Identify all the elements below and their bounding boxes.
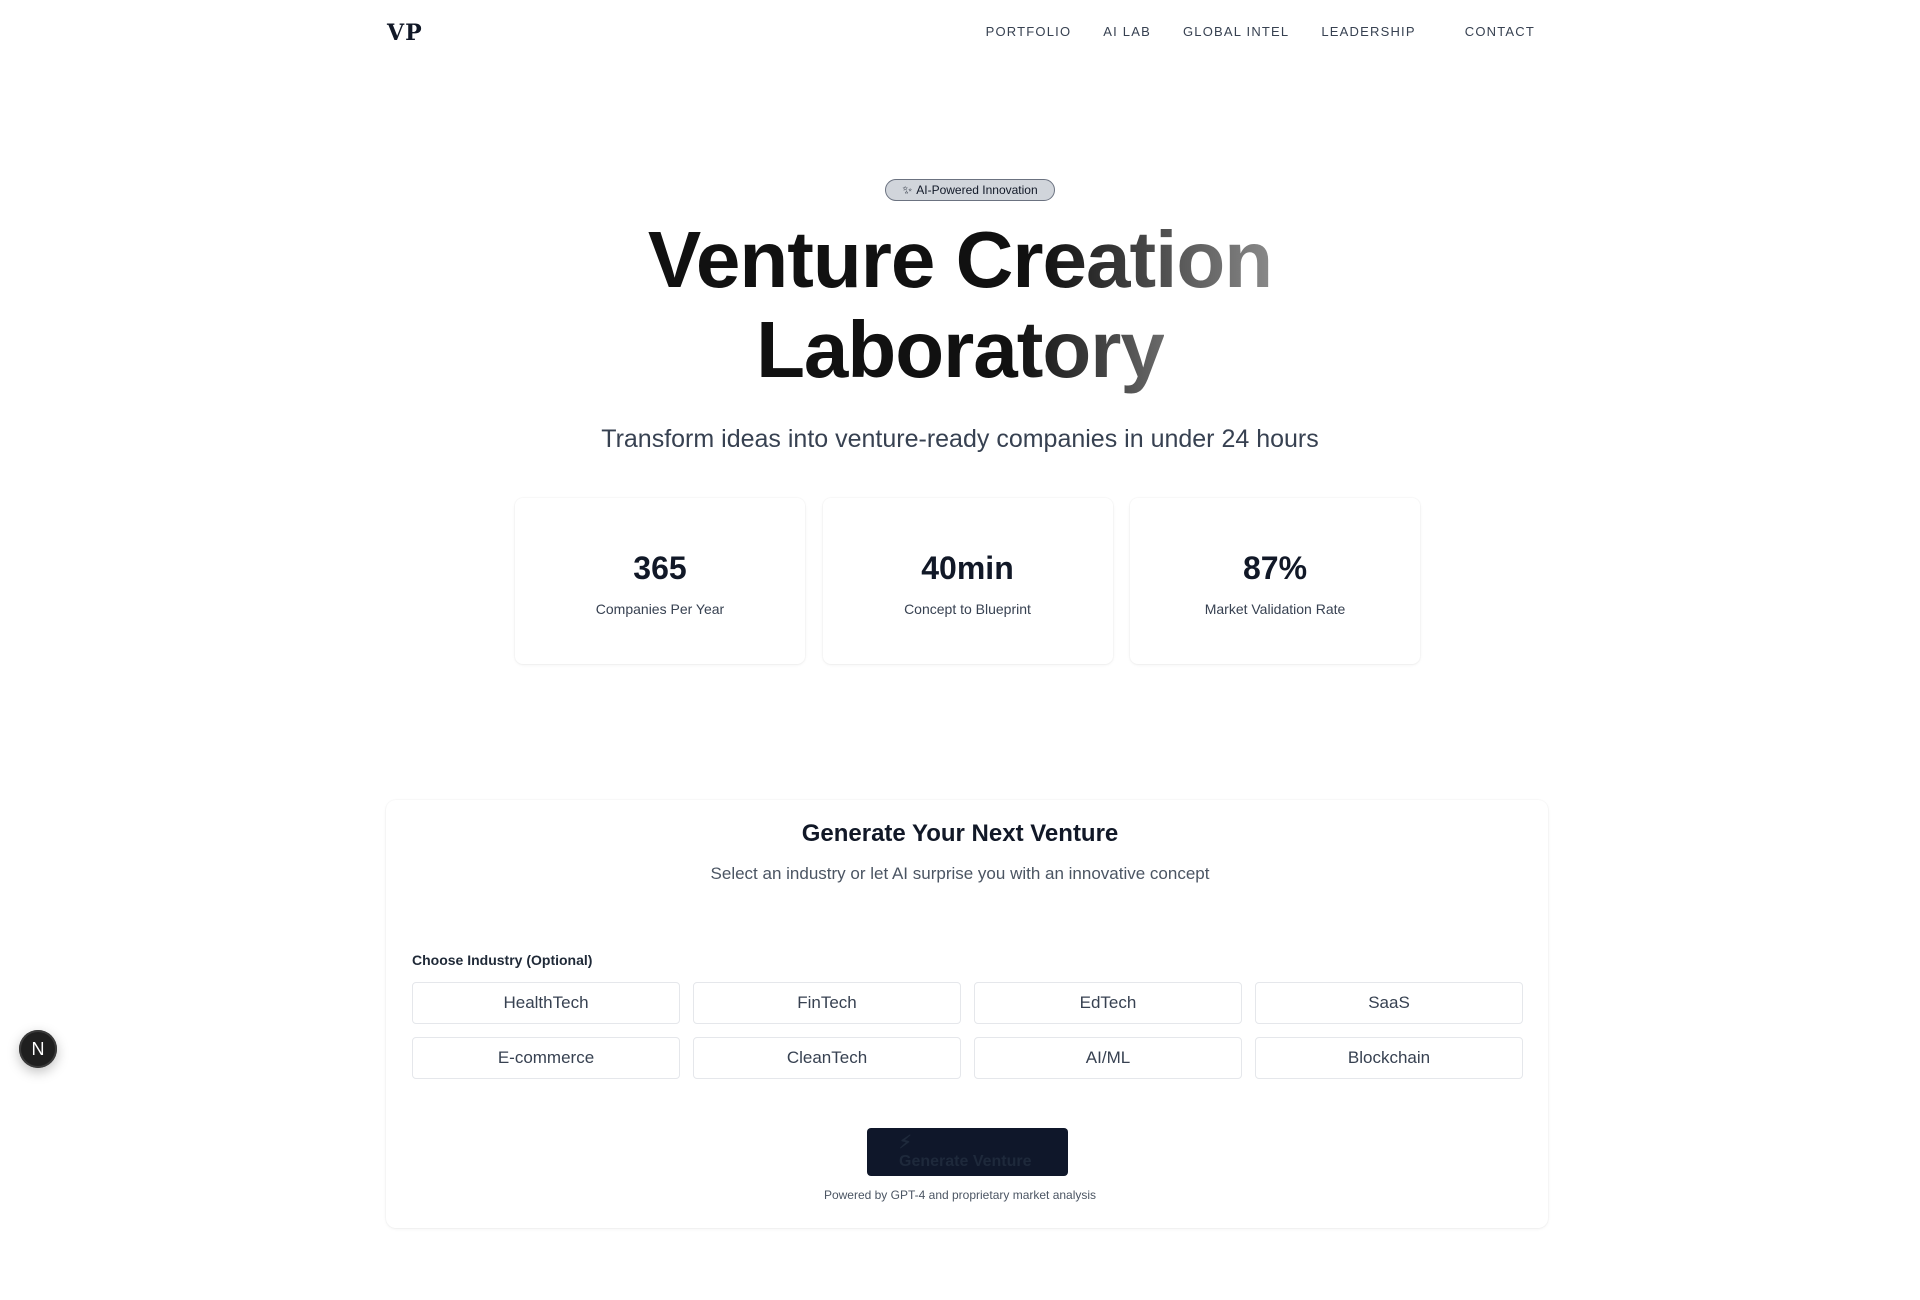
industry-option-edtech[interactable]: EdTech bbox=[974, 982, 1242, 1024]
stats-row: 365 Companies Per Year 40min Concept to … bbox=[515, 498, 1420, 664]
stat-label: Market Validation Rate bbox=[1204, 601, 1346, 617]
industry-option-ecommerce[interactable]: E-commerce bbox=[412, 1037, 680, 1079]
industry-option-blockchain[interactable]: Blockchain bbox=[1255, 1037, 1523, 1079]
industry-option-ai-ml[interactable]: AI/ML bbox=[974, 1037, 1242, 1079]
hero-title-line-1: Venture Creation bbox=[0, 215, 1920, 305]
stat-card-validation: 87% Market Validation Rate bbox=[1130, 498, 1420, 664]
nav-link-global-intel[interactable]: GLOBAL INTEL bbox=[1183, 24, 1289, 39]
generator-subtitle: Select an industry or let AI surprise yo… bbox=[710, 864, 1210, 883]
stat-card-companies: 365 Companies Per Year bbox=[515, 498, 805, 664]
hero-title: Venture Creation Laboratory bbox=[0, 215, 1920, 395]
stat-value: 40min bbox=[921, 550, 1014, 586]
hero-title-line-2: Laboratory bbox=[0, 305, 1920, 395]
top-nav: VP PORTFOLIO AI LAB GLOBAL INTEL LEADERS… bbox=[0, 0, 1920, 64]
stat-label: Concept to Blueprint bbox=[904, 601, 1031, 617]
sparkles-icon: ✨︎ bbox=[902, 182, 913, 197]
page: VP PORTFOLIO AI LAB GLOBAL INTEL LEADERS… bbox=[0, 0, 1920, 1300]
hero-title-part-gradient: tory bbox=[1016, 305, 1165, 394]
lightning-icon: ⚡︎ bbox=[899, 1132, 912, 1152]
nav-link-ai-lab[interactable]: AI LAB bbox=[1103, 24, 1151, 39]
hero-title-part: Labora bbox=[756, 305, 1018, 394]
stat-label: Companies Per Year bbox=[595, 601, 725, 617]
stat-value: 87% bbox=[1242, 550, 1308, 586]
stat-card-blueprint: 40min Concept to Blueprint bbox=[822, 498, 1113, 664]
badge-label: AI-Powered Innovation bbox=[916, 183, 1038, 197]
choose-industry-label: Choose Industry (Optional) bbox=[412, 952, 593, 968]
floating-n-button[interactable]: N bbox=[19, 1030, 57, 1068]
nav-link-portfolio[interactable]: PORTFOLIO bbox=[986, 24, 1072, 39]
logo[interactable]: VP bbox=[387, 20, 423, 46]
industry-options: HealthTech FinTech EdTech SaaS E-commerc… bbox=[412, 982, 1523, 1079]
industry-option-saas[interactable]: SaaS bbox=[1255, 982, 1523, 1024]
hero-title-part: Venture Cr bbox=[647, 215, 1044, 304]
nav-links: PORTFOLIO AI LAB GLOBAL INTEL LEADERSHIP… bbox=[954, 24, 1535, 39]
generator-title: Generate Your Next Venture bbox=[801, 820, 1119, 847]
ai-powered-badge: ✨︎ AI-Powered Innovation bbox=[885, 179, 1055, 201]
generate-venture-button[interactable]: ⚡︎ Generate Venture bbox=[867, 1128, 1068, 1176]
industry-option-fintech[interactable]: FinTech bbox=[693, 982, 961, 1024]
nav-link-leadership[interactable]: LEADERSHIP bbox=[1321, 24, 1415, 39]
stat-value: 365 bbox=[633, 550, 687, 586]
industry-option-healthtech[interactable]: HealthTech bbox=[412, 982, 680, 1024]
powered-by-note: Powered by GPT-4 and proprietary market … bbox=[823, 1188, 1097, 1202]
generate-venture-label: Generate Venture bbox=[899, 1153, 1032, 1170]
hero-title-part-gradient: eation bbox=[1042, 215, 1273, 304]
nav-link-contact[interactable]: CONTACT bbox=[1465, 24, 1535, 39]
industry-option-cleantech[interactable]: CleanTech bbox=[693, 1037, 961, 1079]
hero-subtitle: Transform ideas into venture-ready compa… bbox=[601, 425, 1319, 453]
